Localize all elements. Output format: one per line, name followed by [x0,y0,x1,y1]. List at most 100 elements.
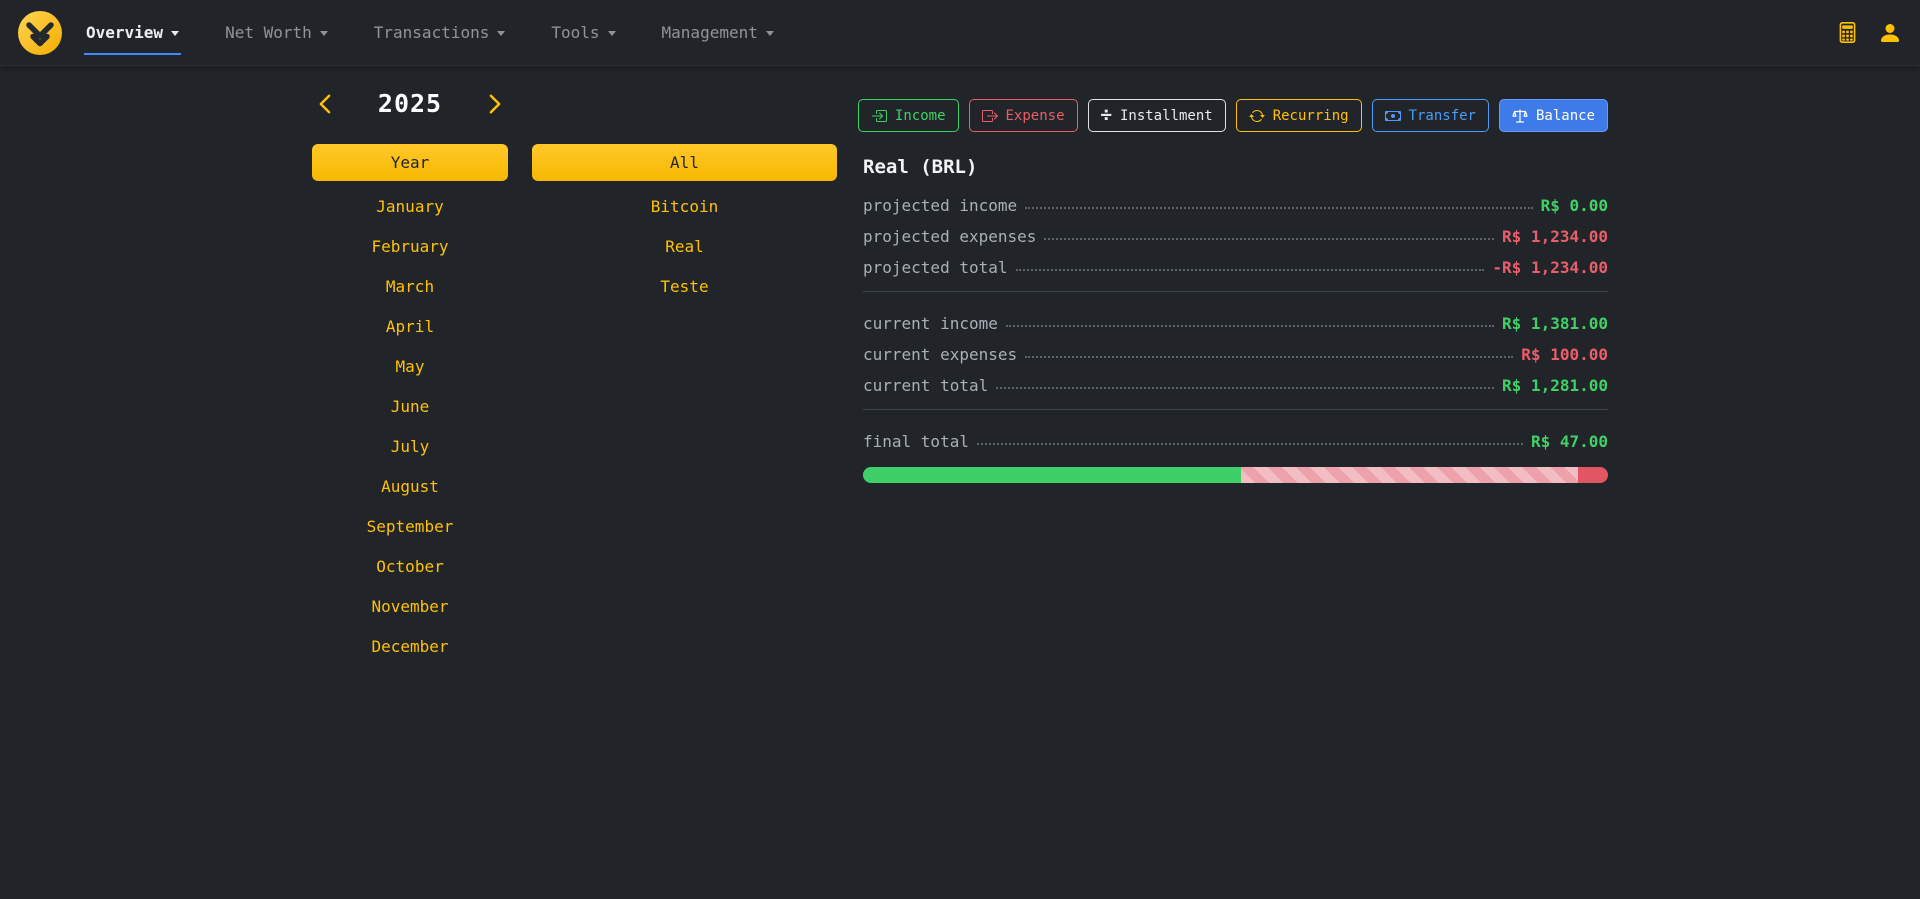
nav-item-label: Transactions [374,23,490,42]
installment-button[interactable]: ÷ Installment [1088,99,1226,132]
month-link-november[interactable]: November [312,587,508,627]
account-selector: All Bitcoin Real Teste [532,144,837,667]
month-link-july[interactable]: July [312,427,508,467]
chevron-down-icon [320,31,328,36]
dotted-leader [1025,207,1532,209]
dotted-leader [1006,325,1494,327]
nav-item-management[interactable]: Management [662,0,774,65]
dotted-leader [1044,238,1494,240]
month-link-august[interactable]: August [312,467,508,507]
progress-striped-segment [1241,467,1578,483]
summary-row-projected-total: projected total -R$ 1,234.00 [863,248,1608,279]
progress-negative-segment [1578,467,1608,483]
progress-positive-segment [863,467,1241,483]
month-link-february[interactable]: February [312,227,508,267]
balance-button-label: Balance [1536,108,1595,124]
row-label: final total [863,432,969,453]
row-label: projected total [863,258,1008,279]
row-value: R$ 1,381.00 [1502,314,1608,335]
year-navigation: 2025 [312,89,508,118]
row-label: projected income [863,196,1017,217]
installment-button-label: Installment [1120,108,1213,124]
summary-rows: projected income R$ 0.00 projected expen… [863,186,1608,453]
row-label: current income [863,314,998,335]
chevron-down-icon [766,31,774,36]
nav-item-label: Tools [551,23,599,42]
account-link-teste[interactable]: Teste [532,267,837,307]
nav-item-transactions[interactable]: Transactions [374,0,506,65]
month-link-june[interactable]: June [312,387,508,427]
all-accounts-button[interactable]: All [532,144,837,181]
chevron-right-icon [484,93,506,115]
summary-panel: Income Expense ÷ Installment Recurring [863,87,1608,667]
expense-button-label: Expense [1006,108,1065,124]
summary-row-current-expenses: current expenses R$ 100.00 [863,335,1608,366]
divide-icon: ÷ [1101,106,1112,125]
month-link-january[interactable]: January [312,187,508,227]
year-button[interactable]: Year [312,144,508,181]
calculator-icon[interactable] [1837,22,1858,43]
row-value: R$ 1,281.00 [1502,376,1608,397]
dotted-leader [977,443,1523,445]
nav-item-label: Management [662,23,758,42]
nav-item-label: Net Worth [225,23,312,42]
navbar-right-icons [1837,21,1902,45]
chevron-down-icon [608,31,616,36]
recurring-button-label: Recurring [1273,108,1349,124]
chevron-down-icon [171,31,179,36]
nav-item-net-worth[interactable]: Net Worth [225,0,328,65]
row-value: R$ 100.00 [1521,345,1608,366]
page-content: 2025 Year January February March April M… [300,65,1620,667]
row-value: R$ 47.00 [1531,432,1608,453]
transfer-button-label: Transfer [1409,108,1476,124]
app-logo[interactable] [18,11,62,55]
summary-row-projected-income: projected income R$ 0.00 [863,186,1608,217]
prev-year-button[interactable] [312,91,338,117]
repeat-arrows-icon [1249,108,1265,124]
month-link-march[interactable]: March [312,267,508,307]
income-button-label: Income [895,108,946,124]
row-value: R$ 1,234.00 [1502,227,1608,248]
expense-button[interactable]: Expense [969,99,1078,132]
dotted-leader [1016,269,1485,271]
section-divider [863,291,1608,292]
cash-icon [1385,108,1401,124]
month-selector: Year January February March April May Ju… [312,144,508,667]
summary-row-projected-expenses: projected expenses R$ 1,234.00 [863,217,1608,248]
account-link-real[interactable]: Real [532,227,837,267]
transaction-action-buttons: Income Expense ÷ Installment Recurring [863,99,1608,132]
month-link-may[interactable]: May [312,347,508,387]
row-label: current expenses [863,345,1017,366]
month-link-september[interactable]: September [312,507,508,547]
month-link-april[interactable]: April [312,307,508,347]
year-label: 2025 [378,89,442,118]
row-value: R$ 0.00 [1541,196,1608,217]
currency-section-title: Real (BRL) [863,156,1608,178]
nav-item-label: Overview [86,23,163,42]
main-nav: Overview Net Worth Transactions Tools Ma… [86,0,774,65]
scales-icon [1512,108,1528,124]
person-icon[interactable] [1878,21,1902,45]
month-link-december[interactable]: December [312,627,508,667]
dotted-leader [1025,356,1513,358]
top-navbar: Overview Net Worth Transactions Tools Ma… [0,0,1920,65]
box-arrow-out-icon [982,108,998,124]
selector-columns: Year January February March April May Ju… [312,144,837,667]
row-label: projected expenses [863,227,1036,248]
summary-row-final-total: final total R$ 47.00 [863,422,1608,453]
account-link-bitcoin[interactable]: Bitcoin [532,187,837,227]
brand-bird-icon [18,11,62,55]
income-button[interactable]: Income [858,99,959,132]
chevron-down-icon [497,31,505,36]
month-link-october[interactable]: October [312,547,508,587]
next-year-button[interactable] [482,91,508,117]
nav-item-tools[interactable]: Tools [551,0,615,65]
summary-row-current-total: current total R$ 1,281.00 [863,366,1608,397]
transfer-button[interactable]: Transfer [1372,99,1489,132]
chevron-left-icon [314,93,336,115]
balance-button[interactable]: Balance [1499,99,1608,132]
recurring-button[interactable]: Recurring [1236,99,1362,132]
period-panel: 2025 Year January February March April M… [312,87,837,667]
summary-row-current-income: current income R$ 1,381.00 [863,304,1608,335]
nav-item-overview[interactable]: Overview [86,0,179,65]
